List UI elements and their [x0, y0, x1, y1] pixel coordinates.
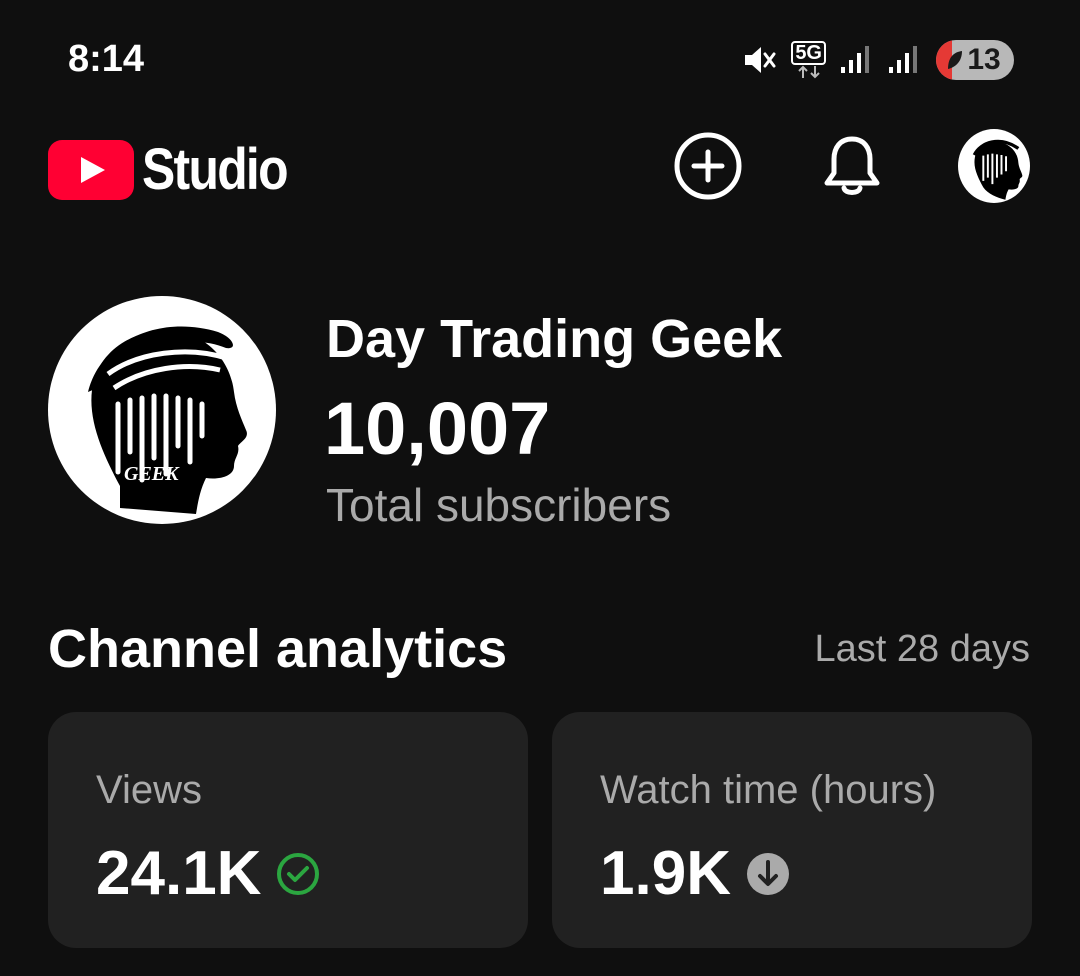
- bell-icon: [824, 136, 880, 195]
- watch-time-card[interactable]: Watch time (hours) 1.9K: [552, 712, 1032, 948]
- subscriber-label: Total subscribers: [326, 479, 672, 531]
- channel-name: Day Trading Geek: [326, 309, 783, 369]
- create-button[interactable]: [672, 130, 744, 202]
- watch-time-value: 1.9K: [600, 839, 731, 908]
- youtube-play-icon: [48, 139, 134, 200]
- channel-avatar[interactable]: GEEK: [48, 296, 276, 524]
- avatar-text: GEEK: [124, 463, 180, 485]
- create-icon: [674, 132, 742, 200]
- studio-logo[interactable]: Studio: [48, 136, 310, 203]
- check-circle-icon: [277, 852, 320, 895]
- views-value: 24.1K: [96, 839, 262, 908]
- subscriber-count: 10,007: [324, 387, 551, 470]
- channel-header: GEEK Day Trading Geek 10,007 Total subsc…: [48, 296, 1038, 536]
- app-bar: Studio: [0, 120, 1080, 216]
- watch-time-label: Watch time (hours): [600, 768, 937, 812]
- mute-icon: [741, 42, 777, 78]
- analytics-period: Last 28 days: [814, 628, 1030, 670]
- signal-icon: [888, 45, 922, 75]
- analytics-title: Channel analytics: [48, 619, 508, 679]
- 5g-icon: 5G: [791, 41, 826, 79]
- logo-text: Studio: [142, 137, 289, 202]
- status-bar: 8:14 5G 13: [0, 0, 1080, 120]
- account-avatar-button[interactable]: [958, 129, 1030, 203]
- battery-icon: 13: [936, 40, 1014, 80]
- views-label: Views: [96, 768, 202, 812]
- battery-percent: 13: [967, 43, 1001, 76]
- status-icons: 5G 13: [741, 38, 1014, 82]
- views-card[interactable]: Views 24.1K: [48, 712, 528, 948]
- arrow-down-circle-icon: [746, 852, 789, 895]
- status-time: 8:14: [68, 38, 145, 80]
- avatar: [958, 129, 1030, 203]
- notifications-button[interactable]: [816, 130, 888, 202]
- signal-icon: [840, 45, 874, 75]
